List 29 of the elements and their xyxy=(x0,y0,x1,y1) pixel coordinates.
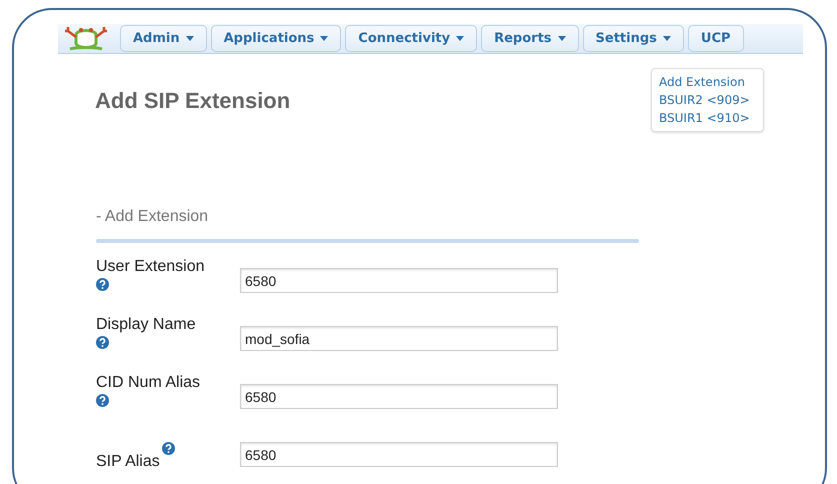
page-title: Add SIP Extension xyxy=(95,88,290,114)
nav-menu[interactable]: Settings xyxy=(582,25,684,52)
input-field[interactable]: 6580 xyxy=(240,442,558,467)
caret-icon xyxy=(186,36,194,41)
help-icon[interactable] xyxy=(162,442,175,455)
caret-icon xyxy=(456,36,464,41)
help-icon[interactable] xyxy=(96,278,109,291)
help-icon[interactable] xyxy=(96,336,109,349)
field-label: User Extension xyxy=(96,258,206,276)
caret-icon xyxy=(662,36,671,41)
field-label: SIP Alias xyxy=(96,453,160,471)
input-field[interactable]: mod_sofia xyxy=(240,326,558,351)
caret-icon xyxy=(558,36,566,41)
input-field[interactable]: 6580 xyxy=(240,384,558,409)
section-heading[interactable]: - Add Extension xyxy=(96,208,639,226)
field-label: CID Num Alias xyxy=(96,374,202,392)
side-menu-link[interactable]: Add Extension xyxy=(659,75,763,89)
side-menu-link[interactable]: BSUIR1 <910> xyxy=(659,111,763,125)
help-icon[interactable] xyxy=(96,394,109,407)
side-menu-link[interactable]: BSUIR2 <909> xyxy=(659,93,763,107)
nav-menu[interactable]: Connectivity xyxy=(345,25,478,52)
frog-logo-icon[interactable] xyxy=(62,24,110,52)
field-label: Display Name xyxy=(96,316,197,334)
nav-menu[interactable]: Reports xyxy=(481,25,579,52)
nav-menu[interactable]: Admin xyxy=(120,25,207,52)
nav-menu[interactable]: UCP xyxy=(688,25,744,52)
caret-icon xyxy=(320,36,328,41)
nav-menu[interactable]: Applications xyxy=(210,25,342,52)
input-field[interactable]: 6580 xyxy=(240,268,558,293)
